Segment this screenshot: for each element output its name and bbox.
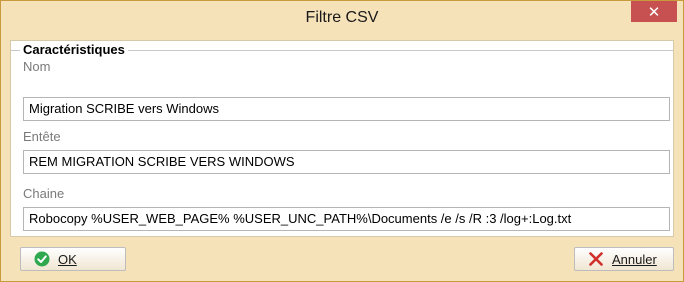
header-label: Entête xyxy=(23,129,61,144)
chain-label: Chaine xyxy=(23,186,65,201)
close-icon: ✕ xyxy=(647,3,661,21)
window-title: Filtre CSV xyxy=(305,9,379,26)
characteristics-group: Caractéristiques Nom Migration SCRIBE ve… xyxy=(11,41,673,236)
title-bar[interactable]: Filtre CSV ✕ xyxy=(1,1,683,37)
group-title: Caractéristiques xyxy=(20,42,128,57)
dialog-content: Caractéristiques Nom Migration SCRIBE ve… xyxy=(10,40,674,237)
name-label: Nom xyxy=(23,59,51,74)
close-button[interactable]: ✕ xyxy=(631,1,677,22)
dialog-window: Filtre CSV ✕ Caractéristiques Nom Migrat… xyxy=(0,0,684,282)
x-mark-icon xyxy=(589,252,603,266)
name-field[interactable]: Migration SCRIBE vers Windows xyxy=(23,97,670,121)
cancel-button[interactable]: Annuler xyxy=(574,247,674,271)
cancel-button-label: Annuler xyxy=(612,251,657,267)
ok-button-label: OK xyxy=(58,251,77,267)
ok-button[interactable]: OK xyxy=(20,247,126,271)
chain-field[interactable]: Robocopy %USER_WEB_PAGE% %USER_UNC_PATH%… xyxy=(23,207,670,231)
header-field[interactable]: REM MIGRATION SCRIBE VERS WINDOWS xyxy=(23,150,670,174)
check-circle-icon xyxy=(34,251,50,267)
